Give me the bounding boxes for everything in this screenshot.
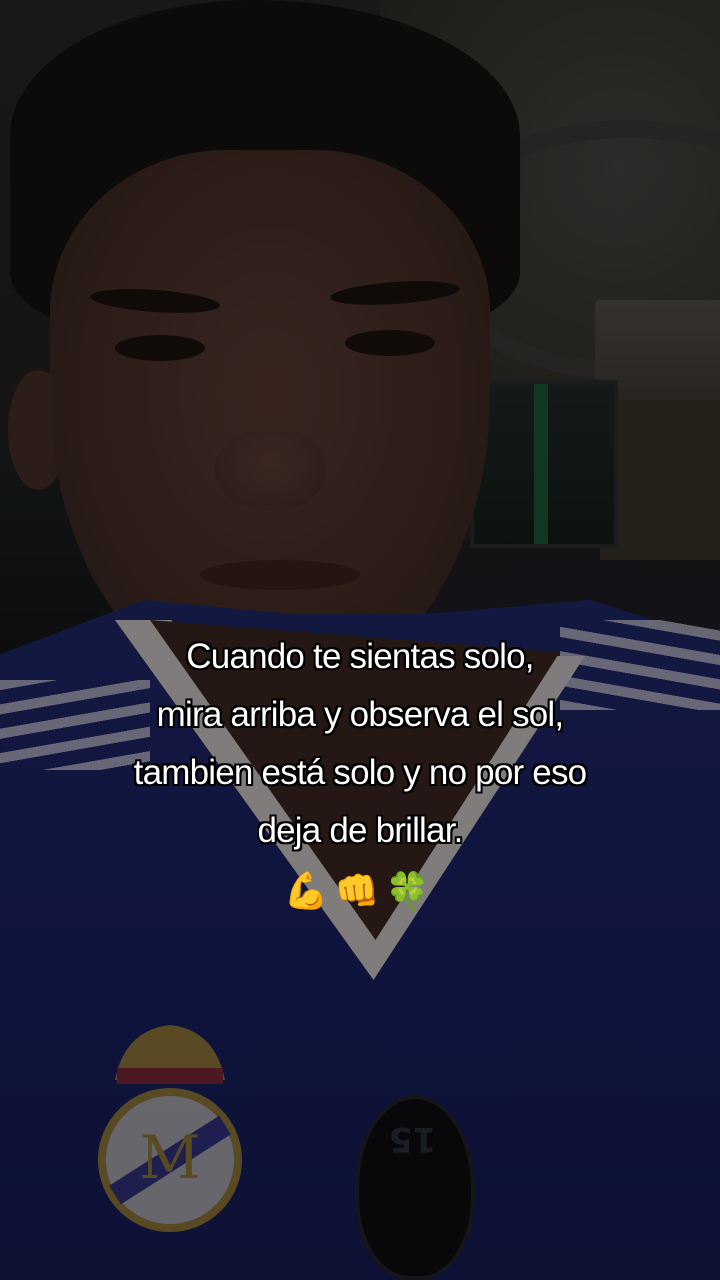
caption-line-4: deja de brillar.: [257, 811, 463, 850]
caption-text: Cuando te sientas solo, mira arriba y ob…: [40, 628, 680, 924]
caption-emojis: 💪👊🍀: [283, 871, 437, 912]
caption-line-1: Cuando te sientas solo,: [186, 637, 534, 676]
video-frame: M 15 Cuando te sientas solo, mira arriba…: [0, 0, 720, 1280]
caption-line-3: tambien está solo y no por eso: [133, 753, 587, 792]
caption-line-2: mira arriba y observa el sol,: [156, 695, 564, 734]
